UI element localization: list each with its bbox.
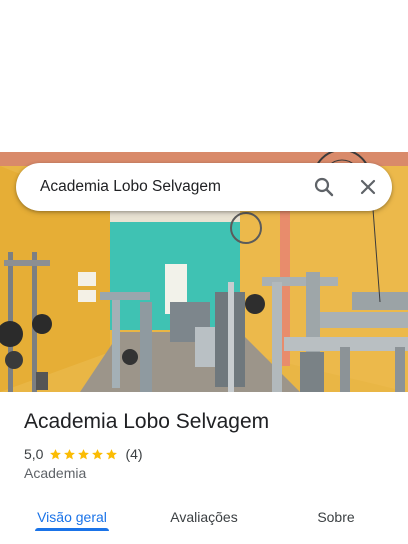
close-icon[interactable]	[356, 175, 380, 199]
search-bar[interactable]: Academia Lobo Selvagem	[16, 163, 392, 211]
tab-about[interactable]: Sobre	[288, 496, 384, 544]
place-category: Academia	[24, 465, 87, 481]
map-area-blank	[0, 0, 408, 152]
place-title: Academia Lobo Selvagem	[24, 410, 270, 433]
search-input[interactable]: Academia Lobo Selvagem	[40, 178, 221, 196]
rating-value: 5,0	[24, 446, 44, 462]
tab-overview[interactable]: Visão geral	[24, 496, 120, 544]
review-count[interactable]: (4)	[125, 446, 142, 462]
active-tab-indicator	[35, 528, 109, 531]
star-icon	[64, 448, 76, 459]
star-rating	[49, 448, 119, 461]
star-icon	[92, 448, 104, 459]
star-icon	[106, 448, 118, 459]
tab-reviews[interactable]: Avaliações	[156, 496, 252, 544]
rating-row[interactable]: 5,0 (4)	[24, 445, 143, 463]
star-icon	[78, 448, 90, 459]
star-icon	[50, 448, 62, 459]
place-info-panel: Academia Lobo Selvagem 5,0 (4) Academia …	[0, 392, 408, 544]
search-icon[interactable]	[312, 175, 336, 199]
